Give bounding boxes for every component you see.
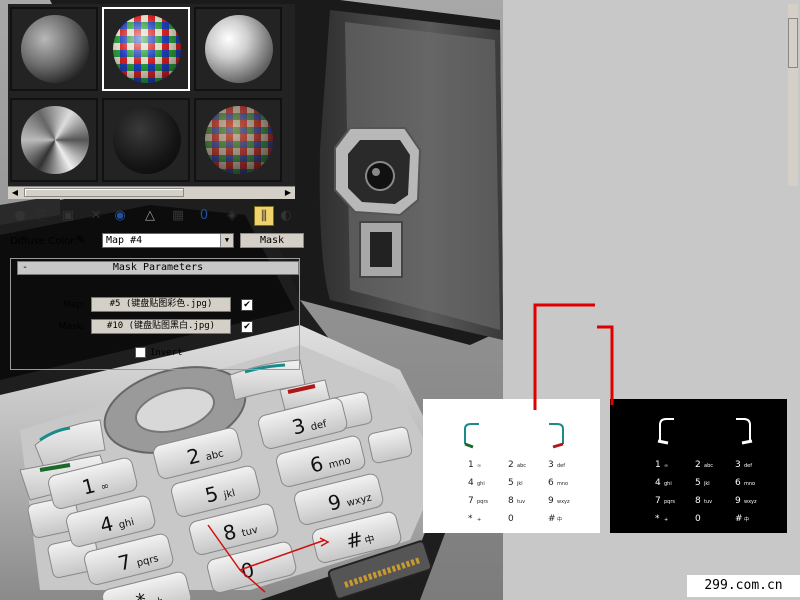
map-label: Map: xyxy=(62,300,85,310)
texture-key-letters: abc xyxy=(704,463,713,469)
map-name-dropdown[interactable]: Map #4 ▼ xyxy=(102,233,234,248)
texture-key-label: 8 xyxy=(695,496,701,506)
texture-key-label: 4 xyxy=(655,478,661,488)
texture-key-label: 4 xyxy=(468,478,474,488)
effects-channel-icon[interactable]: ▦ xyxy=(168,206,188,226)
texture-key-label: 0 xyxy=(695,514,701,524)
get-material-icon[interactable]: ● xyxy=(10,206,30,226)
texture-key-label: # xyxy=(735,514,743,524)
color-texture-preview: 1 ∞ 2 abc 3 def 4 ghi 5 jkl 6 mno 7 pqrs 8 tuv 9 wxyz * +0 #… xyxy=(423,399,600,533)
map-slot-button[interactable]: #5 (键盘贴图彩色.jpg) xyxy=(91,297,231,312)
texture-key-letters: + xyxy=(477,517,481,523)
slots-horizontal-scrollbar[interactable]: ◀ ▶ xyxy=(8,186,295,199)
texture-key-letters: def xyxy=(557,463,565,469)
chevron-down-icon[interactable]: ▼ xyxy=(220,234,233,247)
mask-slot-button[interactable]: #10 (键盘贴图黑白.jpg) xyxy=(91,319,231,334)
texture-key-letters: mno xyxy=(557,481,568,487)
texture-key-label: * xyxy=(655,514,660,524)
texture-key-letters: mno xyxy=(744,481,755,487)
material-toolbar: ● ⎘ ▣ ✕ ◉ △ ▦ 0 ◈ ⫼ ◐ xyxy=(8,204,298,228)
invert-option[interactable]: Invert xyxy=(135,347,183,358)
map-enable-checkbox[interactable]: ✔ xyxy=(241,299,253,311)
rollout-title: Mask Parameters xyxy=(112,262,204,273)
invert-label: Invert xyxy=(150,348,183,358)
texture-key-label: 2 xyxy=(695,460,701,470)
map-row: Map: #5 (键盘贴图彩色.jpg) ✔ xyxy=(31,297,291,313)
scroll-left-icon[interactable]: ◀ xyxy=(10,188,20,198)
texture-key-letters: tuv xyxy=(704,499,712,505)
texture-key-letters: 中 xyxy=(557,516,562,523)
material-slot-6[interactable] xyxy=(194,98,282,182)
camera-lens xyxy=(365,161,395,191)
invert-checkbox[interactable] xyxy=(135,347,146,358)
texture-key-label: 1 xyxy=(468,460,474,470)
texture-key-label: 9 xyxy=(735,496,741,506)
rollout-header[interactable]: - Mask Parameters xyxy=(17,261,299,275)
texture-key-label: 5 xyxy=(695,478,701,488)
texture-key-label: 7 xyxy=(468,496,474,506)
texture-key-letters: tuv xyxy=(517,499,525,505)
texture-key-label: 0 xyxy=(508,514,514,524)
texture-key-letters: ∞ xyxy=(477,463,481,469)
map-type-button[interactable]: Mask xyxy=(240,233,304,248)
watermark: 299.com.cn xyxy=(687,575,800,597)
diffuse-color-label: Diffuse Color: xyxy=(10,236,78,247)
texture-key-label: 5 xyxy=(508,478,514,488)
texture-key-letters: abc xyxy=(517,463,526,469)
texture-key-letters: ghi xyxy=(477,481,485,487)
texture-key-letters: pqrs xyxy=(664,499,675,505)
material-slot-4[interactable] xyxy=(10,98,98,182)
texture-key-label: * xyxy=(468,514,473,524)
texture-key-letters: ghi xyxy=(664,481,672,487)
texture-key-label: 6 xyxy=(548,478,554,488)
texture-key-label: 3 xyxy=(548,460,554,470)
delete-icon[interactable]: ✕ xyxy=(86,206,106,226)
texture-key-letters: jkl xyxy=(516,481,523,487)
assign-icon[interactable]: ▣ xyxy=(58,206,78,226)
show-end-icon[interactable]: ◈ xyxy=(222,206,242,226)
texture-key-label: 9 xyxy=(548,496,554,506)
texture-key-letters: def xyxy=(744,463,752,469)
map-name-value: Map #4 xyxy=(106,235,143,246)
go-parent-icon[interactable]: ⫼ xyxy=(254,206,274,226)
color-keypad-texture: 1 ∞ 2 abc 3 def 4 ghi 5 jkl 6 mno 7 pqrs 8 tuv 9 wxyz * +0 #… xyxy=(464,423,570,524)
mask-enable-checkbox[interactable]: ✔ xyxy=(241,321,253,333)
texture-key-letters: wxyz xyxy=(744,499,757,505)
scroll-thumb[interactable] xyxy=(24,188,184,197)
texture-key-letters: 中 xyxy=(744,516,749,523)
texture-key-label: 8 xyxy=(508,496,514,506)
eyedropper-icon[interactable]: ✎ xyxy=(76,233,86,247)
bw-texture-preview: 1 ∞ 2 abc 3 def 4 ghi 5 jkl 6 mno 7 pqrs 8 tuv 9 wxyz * +0 #… xyxy=(610,399,787,533)
texture-key-label: 3 xyxy=(735,460,741,470)
make-unique-icon[interactable]: ◉ xyxy=(110,206,130,226)
material-slot-5[interactable] xyxy=(102,98,190,182)
texture-key-label: 7 xyxy=(655,496,661,506)
material-slots xyxy=(8,4,295,186)
texture-key-label: # xyxy=(548,514,556,524)
mask-label: Mask: xyxy=(58,322,85,332)
material-slot-2[interactable] xyxy=(102,7,190,91)
texture-key-label: 2 xyxy=(508,460,514,470)
texture-key-letters: pqrs xyxy=(477,499,488,505)
put-library-icon[interactable]: △ xyxy=(140,206,160,226)
put-to-scene-icon[interactable]: ⎘ xyxy=(32,206,52,226)
texture-key-label: 1 xyxy=(655,460,661,470)
go-sibling-icon[interactable]: ◐ xyxy=(276,206,296,226)
texture-key-letters: ∞ xyxy=(664,463,668,469)
diffuse-row: Diffuse Color: ✎ Map #4 ▼ Mask xyxy=(8,233,304,251)
bw-keypad-texture: 1 ∞ 2 abc 3 def 4 ghi 5 jkl 6 mno 7 pqrs 8 tuv 9 wxyz * +0 #… xyxy=(655,418,757,524)
mask-row: Mask: #10 (键盘贴图黑白.jpg) ✔ xyxy=(31,319,291,335)
texture-key-letters: wxyz xyxy=(557,499,570,505)
texture-key-letters: jkl xyxy=(703,481,710,487)
texture-key-label: 6 xyxy=(735,478,741,488)
scroll-right-icon[interactable]: ▶ xyxy=(283,188,293,198)
material-slot-3[interactable] xyxy=(194,7,282,91)
show-map-icon[interactable]: 0 xyxy=(194,206,214,226)
texture-key-letters: + xyxy=(664,517,668,523)
material-slot-1[interactable] xyxy=(10,7,98,91)
